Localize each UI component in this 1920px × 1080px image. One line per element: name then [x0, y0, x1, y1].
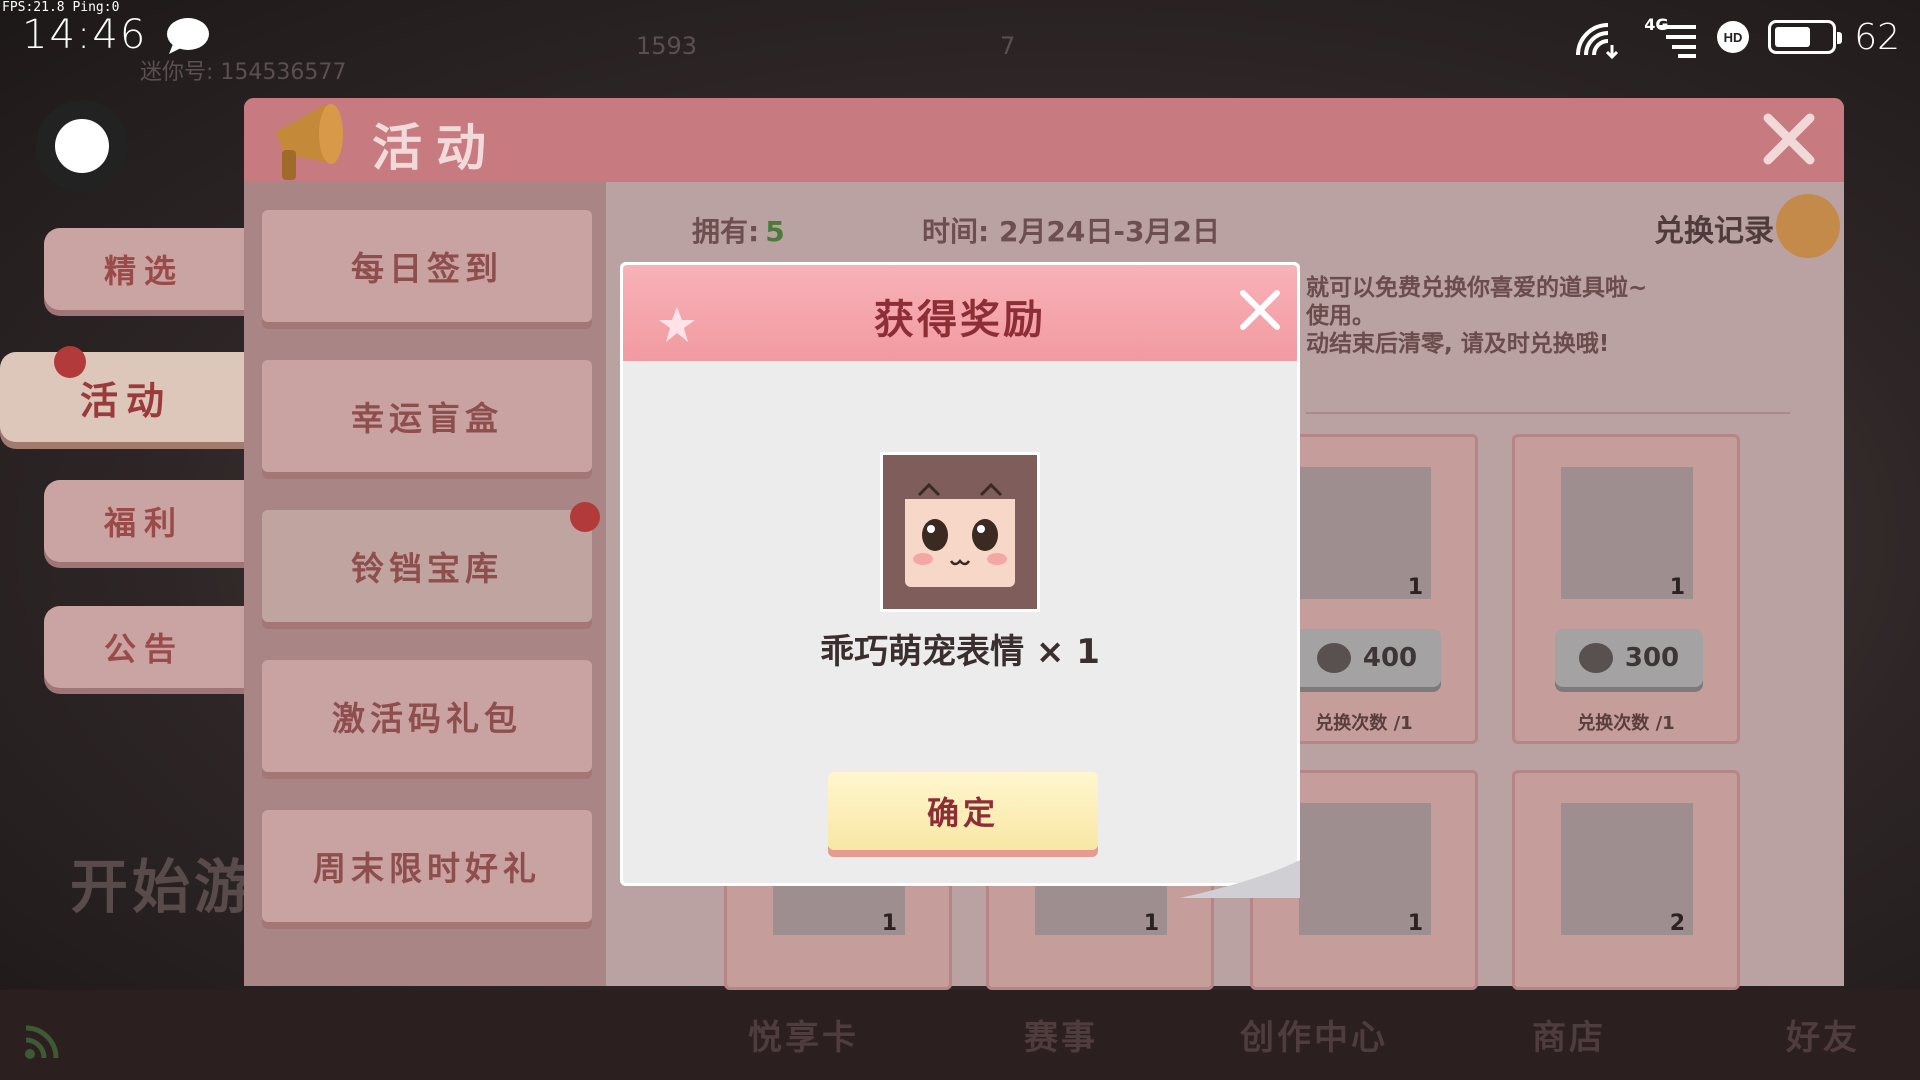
exchange-card[interactable]: 2 [1512, 770, 1740, 990]
reward-item-frame [880, 452, 1040, 612]
card-qty: 2 [1669, 911, 1685, 936]
owned-count: 拥有: 5 [692, 210, 785, 250]
clock: 14:46 [22, 12, 148, 58]
signal-4g: 4G [1644, 15, 1698, 59]
bottom-tab-friends[interactable]: 好友 [1786, 1010, 1860, 1059]
bottom-tab-events[interactable]: 赛事 [1024, 1010, 1098, 1059]
signal-bars-icon [1658, 25, 1697, 58]
battery-percent: 62 [1854, 16, 1900, 58]
side-weekend-gift[interactable]: 周末限时好礼 [262, 810, 592, 922]
desc-line: 动结束后清零, 请及时兑换哦! [1306, 331, 1610, 357]
list-icon[interactable] [1776, 194, 1840, 258]
modal-close-icon[interactable] [1233, 283, 1287, 337]
record-dot-icon [55, 119, 109, 173]
side-activation-code[interactable]: 激活码礼包 [262, 660, 592, 772]
side-bell-vault[interactable]: 铃铛宝库 [262, 510, 592, 622]
side-lucky-box[interactable]: 幸运盲盒 [262, 360, 592, 472]
nav-label: 精选 [103, 252, 184, 290]
event-time: 时间: 2月24日-3月2日 [922, 215, 1220, 248]
card-limit: 兑换次数 /1 [1577, 713, 1675, 734]
activity-side-list: 每日签到 幸运盲盒 铃铛宝库 激活码礼包 周末限时好礼 [244, 182, 606, 986]
nav-announcement[interactable]: 公告 [44, 606, 244, 688]
chat-bubble-icon [167, 18, 209, 54]
page-curl-decoration [1180, 860, 1300, 898]
card-price: 400 [1362, 643, 1418, 673]
owned-label: 拥有: [692, 215, 760, 248]
megaphone-icon [276, 104, 343, 180]
nav-label: 福利 [103, 504, 184, 542]
bell-coin-icon [1578, 643, 1613, 673]
panel-header: 活动 [244, 98, 1844, 182]
nav-featured[interactable]: 精选 [44, 228, 244, 310]
bg-gem-count: 7 [1000, 32, 1016, 60]
bottom-tab-creation[interactable]: 创作中心 [1240, 1010, 1388, 1059]
nav-activity[interactable]: 活动 [0, 352, 252, 442]
nav-label: 公告 [103, 630, 184, 668]
modal-header: 获得奖励 [623, 265, 1297, 361]
nav-label: 活动 [79, 378, 172, 423]
modal-title: 获得奖励 [874, 297, 1046, 343]
battery-icon [1768, 20, 1843, 54]
hd-icon: HD [1717, 21, 1750, 53]
rss-icon [25, 1025, 59, 1059]
side-label: 周末限时好礼 [313, 849, 541, 888]
bell-coin-icon [1316, 643, 1351, 673]
bg-coin-count: 1593 [636, 32, 698, 60]
bg-user-id: 迷你号: 154536577 [140, 60, 347, 85]
side-label: 激活码礼包 [332, 699, 522, 738]
card-qty: 1 [1669, 575, 1685, 600]
card-qty: 1 [1143, 911, 1159, 936]
card-qty: 1 [1407, 575, 1423, 600]
reward-item-name: 乖巧萌宠表情 × 1 [820, 632, 1100, 672]
exchange-card[interactable]: 1 300 兑换次数 /1 [1512, 434, 1740, 744]
panel-close-icon[interactable] [1754, 104, 1824, 174]
bottom-tab-pass[interactable]: 悦享卡 [748, 1010, 859, 1059]
side-label: 幸运盲盒 [351, 399, 503, 438]
panel-title: 活动 [372, 119, 500, 177]
owned-value: 5 [765, 215, 785, 248]
nav-activity-notification-dot [54, 346, 86, 378]
side-label: 铃铛宝库 [351, 549, 503, 588]
divider [1306, 412, 1790, 414]
battery-fill [1775, 27, 1810, 47]
confirm-button[interactable]: 确定 [828, 772, 1098, 850]
card-price-button[interactable]: 300 [1555, 629, 1703, 687]
svg-text:HD: HD [1724, 30, 1743, 45]
card-price: 300 [1624, 643, 1680, 673]
card-qty: 1 [881, 911, 897, 936]
record-button[interactable] [36, 100, 128, 192]
side-daily-checkin[interactable]: 每日签到 [262, 210, 592, 322]
status-bar: FPS:21.8 Ping:0 14:46 迷你号: 154536577 159… [0, 0, 1920, 85]
cute-face-emoji-icon [905, 477, 1015, 587]
card-price-button[interactable]: 400 [1293, 629, 1441, 687]
side-notification-dot [570, 502, 600, 532]
exchange-record-link[interactable]: 兑换记录 [1654, 206, 1774, 250]
bottom-tab-shop[interactable]: 商店 [1532, 1010, 1606, 1059]
reward-modal: 获得奖励 乖巧萌宠表情 × 1 确定 [620, 262, 1300, 898]
nav-welfare[interactable]: 福利 [44, 480, 244, 562]
bottom-bar [0, 990, 1920, 1080]
side-label: 每日签到 [351, 249, 503, 288]
start-game-label: 开始游 [70, 853, 257, 921]
wifi-icon [1576, 23, 1619, 59]
card-qty: 1 [1407, 911, 1423, 936]
